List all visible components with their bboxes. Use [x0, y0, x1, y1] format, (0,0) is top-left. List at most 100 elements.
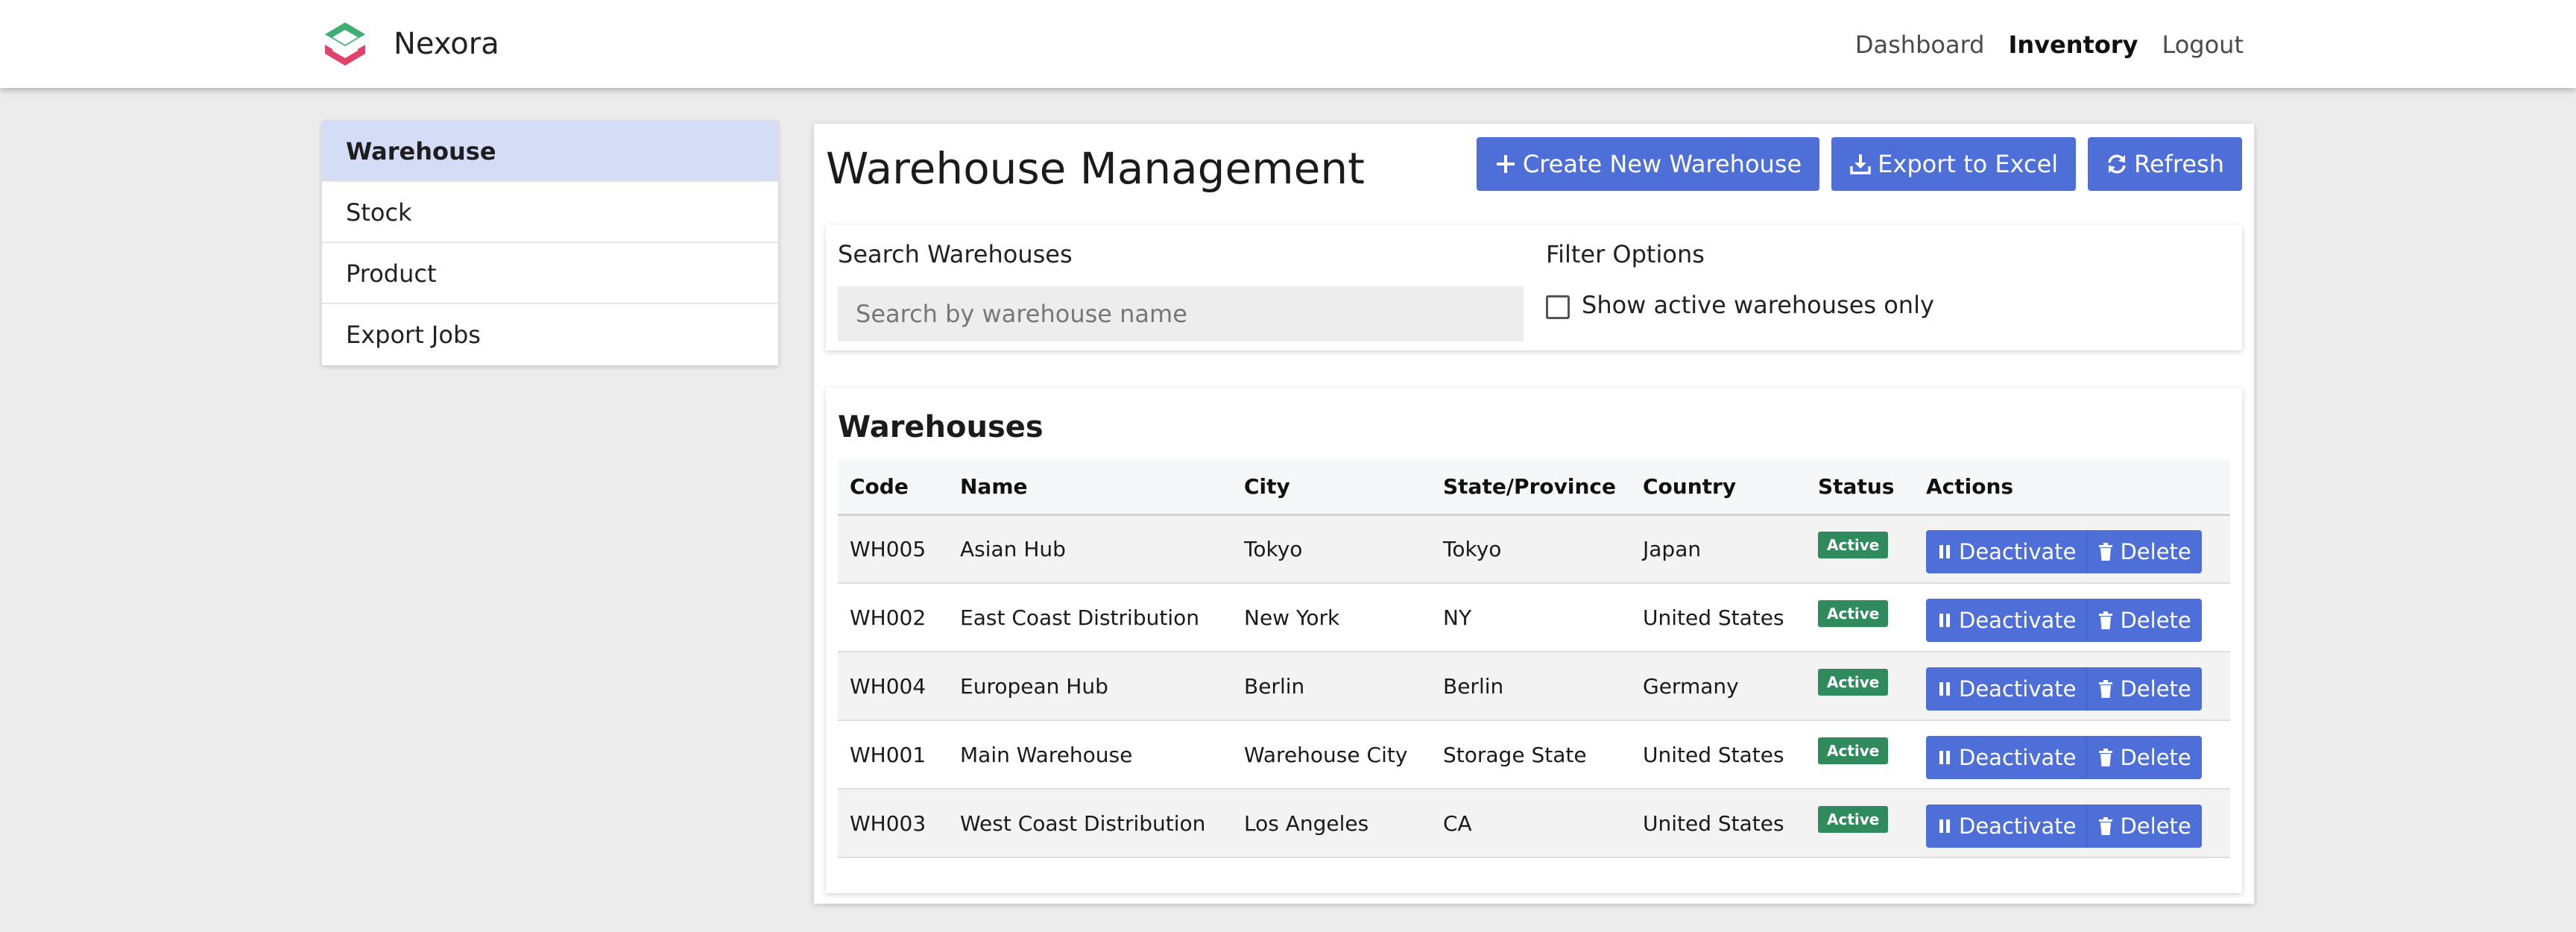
nexora-logo-icon	[325, 22, 365, 66]
download-icon	[1850, 154, 1871, 174]
cell-actions: Deactivate Delete	[1914, 514, 2230, 584]
pause-icon	[1939, 751, 1950, 764]
trash-icon	[2099, 817, 2113, 835]
cell-country: Japan	[1631, 514, 1806, 584]
nav-link-logout[interactable]: Logout	[2162, 31, 2244, 59]
deactivate-button[interactable]: Deactivate	[1926, 599, 2088, 642]
delete-label: Delete	[2120, 745, 2191, 770]
pause-icon	[1939, 819, 1950, 833]
column-header-country[interactable]: Country	[1631, 459, 1806, 516]
row-actions: Deactivate Delete	[1926, 667, 2230, 711]
deactivate-button[interactable]: Deactivate	[1926, 530, 2088, 574]
search-filter-card: Search Warehouses Filter Options Show ac…	[826, 225, 2242, 350]
column-header-actions: Actions	[1914, 459, 2230, 516]
column-header-code[interactable]: Code	[838, 459, 948, 516]
sidebar-item-stock[interactable]: Stock	[322, 182, 778, 243]
deactivate-button[interactable]: Deactivate	[1926, 736, 2088, 779]
warehouses-table: Code Name City State/Province Country St…	[838, 459, 2230, 858]
cell-country: United States	[1631, 789, 1806, 858]
cell-state: Berlin	[1431, 652, 1631, 721]
status-badge: Active	[1818, 531, 1889, 558]
status-badge: Active	[1818, 737, 1889, 764]
sidebar-item-warehouse[interactable]: Warehouse	[322, 121, 778, 182]
delete-button[interactable]: Delete	[2087, 736, 2202, 779]
cell-country: Germany	[1631, 652, 1806, 721]
delete-button[interactable]: Delete	[2087, 667, 2202, 711]
delete-label: Delete	[2120, 676, 2191, 702]
column-header-city[interactable]: City	[1232, 459, 1431, 516]
status-badge: Active	[1818, 599, 1889, 627]
top-navbar: Nexora Dashboard Inventory Logout	[0, 0, 2576, 88]
row-actions: Deactivate Delete	[1926, 736, 2230, 779]
nav-links: Dashboard Inventory Logout	[1831, 22, 2244, 67]
create-warehouse-button[interactable]: Create New Warehouse	[1476, 137, 1820, 191]
cell-city: New York	[1232, 583, 1431, 652]
deactivate-label: Deactivate	[1959, 745, 2077, 770]
delete-button[interactable]: Delete	[2087, 530, 2202, 574]
pause-icon	[1939, 682, 1950, 696]
pause-icon	[1939, 614, 1950, 627]
cell-state: CA	[1431, 789, 1631, 858]
nav-link-inventory[interactable]: Inventory	[2008, 31, 2138, 59]
delete-button[interactable]: Delete	[2087, 599, 2202, 642]
search-input[interactable]	[838, 286, 1524, 341]
export-excel-label: Export to Excel	[1878, 150, 2059, 178]
cell-status: Active	[1806, 789, 1914, 858]
row-actions: Deactivate Delete	[1926, 530, 2230, 574]
table-row: WH002 East Coast Distribution New York N…	[838, 583, 2230, 652]
deactivate-button[interactable]: Deactivate	[1926, 805, 2088, 848]
export-excel-button[interactable]: Export to Excel	[1831, 137, 2077, 191]
cell-state: NY	[1431, 583, 1631, 652]
cell-city: Los Angeles	[1232, 789, 1431, 858]
cell-code: WH005	[838, 514, 948, 584]
trash-icon	[2099, 611, 2113, 629]
row-actions: Deactivate Delete	[1926, 805, 2230, 848]
toolbar: Create New Warehouse Export to Excel Ref…	[1465, 137, 2242, 191]
cell-status: Active	[1806, 583, 1914, 652]
cell-status: Active	[1806, 652, 1914, 721]
table-row: WH004 European Hub Berlin Berlin Germany…	[838, 652, 2230, 721]
cell-actions: Deactivate Delete	[1914, 652, 2230, 721]
cell-country: United States	[1631, 583, 1806, 652]
cell-city: Tokyo	[1232, 514, 1431, 584]
column-header-state[interactable]: State/Province	[1431, 459, 1631, 516]
table-header-row: Code Name City State/Province Country St…	[838, 459, 2230, 516]
delete-label: Delete	[2120, 608, 2191, 633]
cell-status: Active	[1806, 514, 1914, 584]
delete-button[interactable]: Delete	[2087, 805, 2202, 848]
status-badge: Active	[1818, 805, 1889, 833]
trash-icon	[2099, 543, 2113, 561]
cell-state: Tokyo	[1431, 514, 1631, 584]
column-header-status[interactable]: Status	[1806, 459, 1914, 516]
cell-name: Main Warehouse	[948, 720, 1232, 790]
plus-icon	[1496, 155, 1515, 173]
refresh-button[interactable]: Refresh	[2088, 137, 2242, 191]
sidebar-item-product[interactable]: Product	[322, 243, 778, 304]
active-only-checkbox-label[interactable]: Show active warehouses only	[1582, 291, 1934, 319]
cell-name: European Hub	[948, 652, 1232, 721]
sidebar-item-export-jobs[interactable]: Export Jobs	[322, 304, 778, 365]
search-label: Search Warehouses	[838, 240, 1073, 268]
delete-label: Delete	[2120, 539, 2191, 565]
delete-label: Delete	[2120, 813, 2191, 839]
deactivate-label: Deactivate	[1959, 676, 2077, 702]
cell-name: East Coast Distribution	[948, 583, 1232, 652]
create-warehouse-label: Create New Warehouse	[1522, 150, 1802, 178]
cell-state: Storage State	[1431, 720, 1631, 790]
main-panel: Warehouse Management Create New Warehous…	[814, 124, 2254, 904]
brand-name: Nexora	[394, 27, 499, 61]
nav-link-dashboard[interactable]: Dashboard	[1855, 31, 1985, 59]
warehouses-card: Warehouses Code Name City State/Province…	[826, 388, 2242, 893]
sidebar: Warehouse Stock Product Export Jobs	[322, 121, 778, 365]
column-header-name[interactable]: Name	[948, 459, 1232, 516]
deactivate-button[interactable]: Deactivate	[1926, 667, 2088, 711]
pause-icon	[1939, 545, 1950, 559]
status-badge: Active	[1818, 668, 1889, 696]
table-row: WH003 West Coast Distribution Los Angele…	[838, 789, 2230, 858]
trash-icon	[2099, 680, 2113, 698]
brand[interactable]: Nexora	[321, 19, 499, 69]
cell-actions: Deactivate Delete	[1914, 720, 2230, 790]
table-row: WH005 Asian Hub Tokyo Tokyo Japan Active…	[838, 514, 2230, 584]
active-only-checkbox[interactable]	[1546, 295, 1570, 319]
table-title: Warehouses	[838, 410, 1044, 444]
